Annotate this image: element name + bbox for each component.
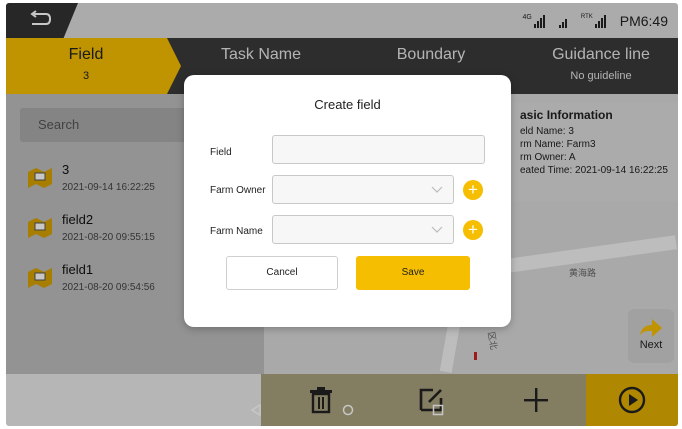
- screen: 4G RTK PM6:49 Field 3 Task Name Boundary…: [6, 3, 678, 426]
- plus-icon: +: [468, 180, 478, 199]
- field-label: Field: [210, 147, 232, 158]
- add-farm-name-button[interactable]: +: [463, 220, 483, 240]
- farm-owner-select[interactable]: [272, 175, 454, 204]
- add-farm-owner-button[interactable]: +: [463, 180, 483, 200]
- chevron-down-icon: [431, 186, 443, 193]
- save-button[interactable]: Save: [356, 256, 470, 290]
- cancel-button[interactable]: Cancel: [226, 256, 338, 290]
- dialog-title: Create field: [314, 97, 381, 112]
- farm-name-select[interactable]: [272, 215, 454, 244]
- chevron-down-icon: [431, 226, 443, 233]
- farm-name-label: Farm Name: [210, 226, 263, 237]
- create-field-dialog: Create field Field Farm Owner + Farm Nam…: [184, 75, 511, 327]
- field-name-input[interactable]: [272, 135, 485, 164]
- plus-icon: +: [468, 220, 478, 239]
- farm-owner-label: Farm Owner: [210, 185, 266, 196]
